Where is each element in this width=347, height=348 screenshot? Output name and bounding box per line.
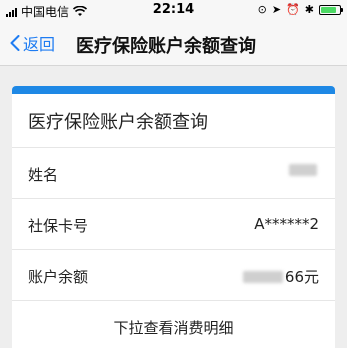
battery-level xyxy=(321,6,336,13)
rotation-lock-icon: ⊙ xyxy=(257,3,267,16)
status-bar: 中国电信 22:14 ⊙ ➤ ⏰ ✱ xyxy=(0,0,347,20)
card-accent-band xyxy=(12,86,335,94)
divider xyxy=(12,198,335,199)
redacted-amount xyxy=(242,270,283,283)
card-number-value: A******2 xyxy=(254,215,319,233)
divider xyxy=(12,249,335,250)
pull-down-hint[interactable]: 下拉查看消费明细 xyxy=(12,317,335,338)
back-button[interactable]: 返回 xyxy=(10,31,55,55)
page-title: 医疗保险账户余额查询 xyxy=(76,36,256,57)
card-title: 医疗保险账户余额查询 xyxy=(28,112,208,133)
alarm-icon: ⏰ xyxy=(286,3,300,16)
nav-bar: 返回 医疗保险账户余额查询 xyxy=(0,20,347,66)
divider xyxy=(12,300,335,301)
location-icon: ➤ xyxy=(271,3,282,16)
balance-value: 66元 xyxy=(242,266,319,287)
chevron-left-icon xyxy=(10,35,20,51)
card-number-label: 社保卡号 xyxy=(28,217,89,235)
battery-icon xyxy=(319,4,343,15)
back-label: 返回 xyxy=(23,35,56,54)
status-right: ⊙ ➤ ⏰ ✱ xyxy=(257,3,343,16)
name-value xyxy=(289,164,319,176)
redacted-name xyxy=(289,164,317,176)
bluetooth-icon: ✱ xyxy=(304,3,314,16)
balance-card: 医疗保险账户余额查询 姓名 社保卡号 A******2 账户余额 66元 下拉查… xyxy=(12,94,335,348)
divider xyxy=(12,147,335,148)
balance-label: 账户余额 xyxy=(28,268,89,286)
name-label: 姓名 xyxy=(28,166,59,184)
